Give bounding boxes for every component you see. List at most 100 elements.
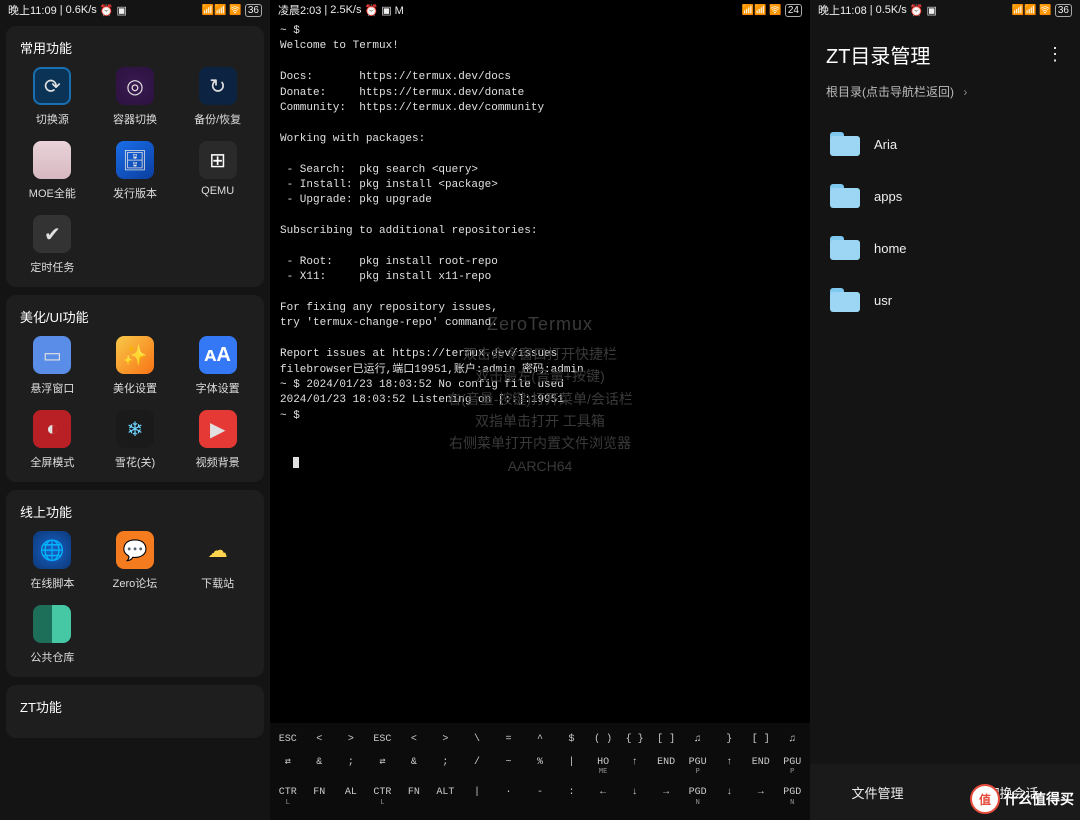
- moe-icon: [33, 141, 71, 179]
- key[interactable]: ~: [493, 753, 525, 781]
- key[interactable]: ♫: [682, 730, 714, 750]
- key[interactable]: [ ]: [650, 730, 682, 750]
- key[interactable]: PGDN: [777, 783, 809, 811]
- watermark-badge: 值: [970, 784, 1000, 814]
- key[interactable]: PGUP: [777, 753, 809, 781]
- key[interactable]: >: [430, 730, 462, 750]
- key[interactable]: AL: [335, 783, 367, 811]
- breadcrumb[interactable]: 根目录(点击导航栏返回) ›: [810, 83, 1080, 112]
- key[interactable]: =: [493, 730, 525, 750]
- key[interactable]: FN: [398, 783, 430, 811]
- key[interactable]: &: [304, 753, 336, 781]
- folder-icon: [830, 236, 860, 260]
- sidebar-scroll[interactable]: 常用功能⟳切换源◎容器切换↻备份/恢复MOE全能🗄发行版本⊞QEMU✔定时任务美…: [0, 20, 270, 820]
- key[interactable]: ←: [587, 783, 619, 811]
- key[interactable]: /: [461, 753, 493, 781]
- key[interactable]: ↓: [619, 783, 651, 811]
- battery-icon: 36: [1055, 4, 1072, 17]
- key[interactable]: END: [650, 753, 682, 781]
- key[interactable]: ;: [430, 753, 462, 781]
- folder-item[interactable]: apps: [820, 170, 1070, 222]
- key[interactable]: ♫: [777, 730, 809, 750]
- tool-zero-forum[interactable]: 💬Zero论坛: [97, 531, 174, 591]
- tool-label: 字体设置: [196, 380, 240, 396]
- network-icon: 📶📶 🛜: [202, 5, 242, 16]
- switch-source-icon: ⟳: [33, 67, 71, 105]
- key[interactable]: $: [556, 730, 588, 750]
- key[interactable]: ⇄: [367, 753, 399, 781]
- tool-beautify[interactable]: ✨美化设置: [97, 336, 174, 396]
- battery-icon: 24: [785, 4, 802, 17]
- key[interactable]: ↑: [619, 753, 651, 781]
- key[interactable]: HOME: [587, 753, 619, 781]
- tool-qemu[interactable]: ⊞QEMU: [179, 141, 256, 201]
- key[interactable]: ↑: [713, 753, 745, 781]
- folder-item[interactable]: usr: [820, 274, 1070, 326]
- key[interactable]: →: [745, 783, 777, 811]
- key[interactable]: ↓: [713, 783, 745, 811]
- key[interactable]: %: [524, 753, 556, 781]
- key[interactable]: [ ]: [745, 730, 777, 750]
- tool-float-window[interactable]: ▭悬浮窗口: [14, 336, 91, 396]
- folder-item[interactable]: home: [820, 222, 1070, 274]
- key[interactable]: |: [461, 783, 493, 811]
- key[interactable]: FN: [304, 783, 336, 811]
- key[interactable]: PGUP: [682, 753, 714, 781]
- tool-downloads[interactable]: ☁下载站: [179, 531, 256, 591]
- key[interactable]: -: [524, 783, 556, 811]
- sidebar-pane: 晚上11:09 | 0.6K/s ⏰ ▣ 📶📶 🛜 36 常用功能⟳切换源◎容器…: [0, 0, 270, 820]
- hint-line: 双击命令窗口打开快捷栏: [270, 343, 810, 365]
- key[interactable]: →: [650, 783, 682, 811]
- tool-switch-source[interactable]: ⟳切换源: [14, 67, 91, 127]
- key[interactable]: ESC: [272, 730, 304, 750]
- net-speed: 0.5K/s: [876, 4, 907, 16]
- key[interactable]: <: [398, 730, 430, 750]
- tool-moe[interactable]: MOE全能: [14, 141, 91, 201]
- tool-label: Zero论坛: [113, 575, 158, 591]
- status-icons: ⏰ ▣ M: [364, 4, 403, 17]
- tool-video-bg[interactable]: ▶视频背景: [179, 410, 256, 470]
- key[interactable]: { }: [619, 730, 651, 750]
- folder-name: Aria: [874, 137, 897, 152]
- key[interactable]: PGDN: [682, 783, 714, 811]
- tool-snow[interactable]: ❄雪花(关): [97, 410, 174, 470]
- key[interactable]: ESC: [367, 730, 399, 750]
- key[interactable]: ;: [335, 753, 367, 781]
- section-title: 线上功能: [14, 500, 256, 531]
- tool-backup-restore[interactable]: ↻备份/恢复: [179, 67, 256, 127]
- tool-container-switch[interactable]: ◎容器切换: [97, 67, 174, 127]
- key[interactable]: >: [335, 730, 367, 750]
- key[interactable]: CTRL: [367, 783, 399, 811]
- tool-fullscreen[interactable]: ◐全屏模式: [14, 410, 91, 470]
- key[interactable]: &: [398, 753, 430, 781]
- tool-distro[interactable]: 🗄发行版本: [97, 141, 174, 201]
- key[interactable]: \: [461, 730, 493, 750]
- folder-name: home: [874, 241, 907, 256]
- key[interactable]: ALT: [430, 783, 462, 811]
- section-title: 常用功能: [14, 36, 256, 67]
- font-icon: ᴀA: [199, 336, 237, 374]
- terminal-output[interactable]: ~ $ Welcome to Termux! Docs: https://ter…: [270, 20, 810, 700]
- key[interactable]: <: [304, 730, 336, 750]
- tool-font[interactable]: ᴀA 字体设置: [179, 336, 256, 396]
- key[interactable]: CTRL: [272, 783, 304, 811]
- key[interactable]: }: [713, 730, 745, 750]
- status-bar-left: 晚上11:09 | 0.6K/s ⏰ ▣ 📶📶 🛜 36: [0, 0, 270, 20]
- key[interactable]: ⇄: [272, 753, 304, 781]
- key[interactable]: |: [556, 753, 588, 781]
- file-manage-tab[interactable]: 文件管理: [851, 783, 903, 802]
- folder-item[interactable]: Aria: [820, 118, 1070, 170]
- key[interactable]: ( ): [587, 730, 619, 750]
- tool-online-scripts[interactable]: 🌐在线脚本: [14, 531, 91, 591]
- tool-public-repo[interactable]: 公共仓库: [14, 605, 91, 665]
- key[interactable]: ^: [524, 730, 556, 750]
- key[interactable]: END: [745, 753, 777, 781]
- status-bar-mid: 凌晨2:03 | 2.5K/s ⏰ ▣ M 📶📶 🛜 24: [270, 0, 810, 20]
- network-icon: 📶📶 🛜: [1012, 5, 1052, 16]
- key[interactable]: :: [556, 783, 588, 811]
- more-menu-icon[interactable]: ⋮: [1046, 44, 1064, 65]
- key[interactable]: ·: [493, 783, 525, 811]
- watermark-text: 什么值得买: [1004, 789, 1074, 809]
- tool-cron[interactable]: ✔定时任务: [14, 215, 91, 275]
- tool-label: 定时任务: [30, 259, 74, 275]
